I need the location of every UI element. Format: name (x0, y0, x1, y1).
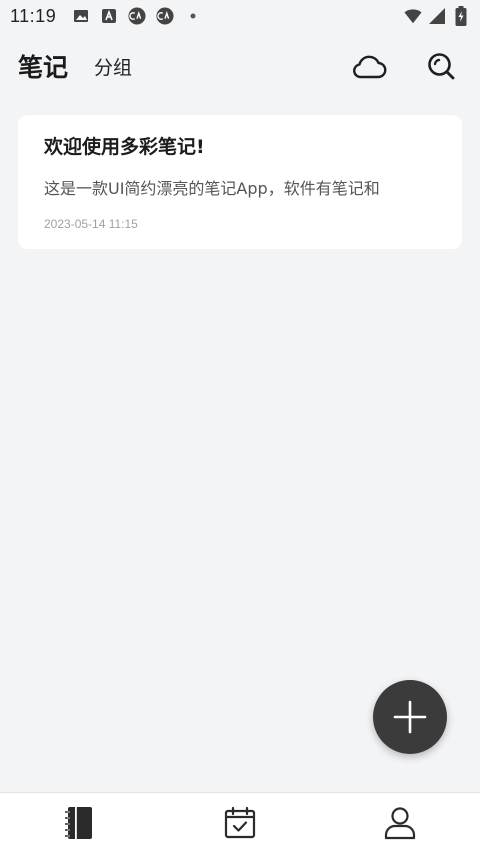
note-date: 2023-05-14 11:15 (44, 217, 138, 231)
notebook-icon (65, 807, 92, 839)
search-icon[interactable] (420, 45, 462, 87)
status-bar: 11:19 (0, 0, 480, 32)
wifi-icon (404, 7, 422, 25)
app-notification-icon (128, 7, 146, 25)
plus-icon (393, 700, 427, 734)
nav-profile[interactable] (368, 798, 432, 848)
image-icon (72, 7, 90, 25)
bottom-nav (0, 792, 480, 853)
system-icons (404, 6, 470, 26)
note-title: 欢迎使用多彩笔记! (44, 136, 205, 158)
text-a-icon (100, 7, 118, 25)
header-actions (348, 45, 462, 87)
top-bar: 笔记 分组 (0, 32, 480, 100)
calendar-check-icon (224, 806, 256, 839)
dot-icon (184, 7, 202, 25)
tab-notes[interactable]: 笔记 (18, 48, 68, 84)
tab-groups[interactable]: 分组 (94, 53, 132, 80)
app-notification-icon (156, 7, 174, 25)
nav-calendar[interactable] (208, 798, 272, 848)
signal-icon (428, 7, 446, 25)
app-screen: 11:19 笔记 分组 欢迎使用多彩笔记! 这是一款UI简约漂亮的笔记App，软… (0, 0, 480, 853)
note-card[interactable]: 欢迎使用多彩笔记! 这是一款UI简约漂亮的笔记App，软件有笔记和 2023-0… (18, 115, 462, 249)
nav-notes[interactable] (48, 798, 112, 848)
cloud-icon[interactable] (348, 45, 390, 87)
add-note-button[interactable] (373, 680, 447, 754)
user-icon (384, 807, 416, 840)
status-time: 11:19 (10, 5, 57, 26)
note-preview: 这是一款UI简约漂亮的笔记App，软件有笔记和 (44, 179, 380, 198)
notification-icons (72, 7, 202, 25)
battery-charging-icon (452, 6, 470, 26)
